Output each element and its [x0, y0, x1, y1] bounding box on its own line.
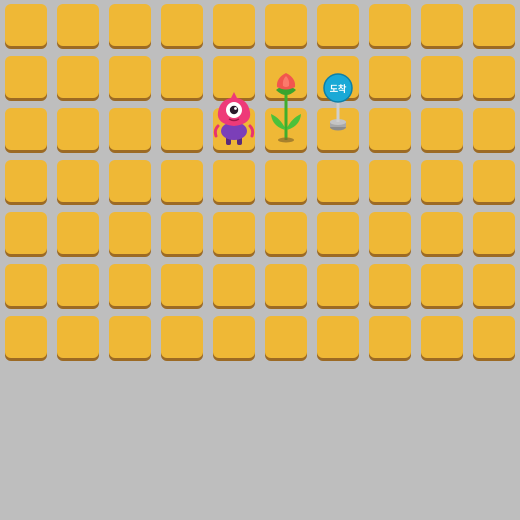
- board-tile[interactable]: [421, 4, 463, 46]
- board-tile[interactable]: [161, 316, 203, 358]
- board-tile[interactable]: [473, 4, 515, 46]
- board-tile[interactable]: [317, 4, 359, 46]
- board-tile[interactable]: [57, 4, 99, 46]
- board-tile[interactable]: [57, 108, 99, 150]
- board-tile[interactable]: [421, 316, 463, 358]
- board-tile[interactable]: [317, 212, 359, 254]
- board-tile[interactable]: [109, 212, 151, 254]
- board-tile[interactable]: [5, 160, 47, 202]
- board-tile[interactable]: [213, 212, 255, 254]
- board-tile[interactable]: [421, 160, 463, 202]
- board-tile[interactable]: [161, 56, 203, 98]
- signpost-graphic: [323, 73, 353, 131]
- board-tile[interactable]: [369, 316, 411, 358]
- board-tile[interactable]: [57, 264, 99, 306]
- board-tile[interactable]: [57, 160, 99, 202]
- board-tile[interactable]: [369, 56, 411, 98]
- board-tile[interactable]: [421, 108, 463, 150]
- board-tile[interactable]: [57, 316, 99, 358]
- board-tile[interactable]: [265, 160, 307, 202]
- board-tile[interactable]: [473, 212, 515, 254]
- board-tile[interactable]: [5, 4, 47, 46]
- board-tile[interactable]: [161, 264, 203, 306]
- board-tile[interactable]: [369, 108, 411, 150]
- board-tile[interactable]: [473, 160, 515, 202]
- board-tile[interactable]: [421, 212, 463, 254]
- board-tile[interactable]: [421, 56, 463, 98]
- board-tile[interactable]: [213, 4, 255, 46]
- board-tile[interactable]: [369, 4, 411, 46]
- red-tulip-flower-icon[interactable]: [266, 70, 306, 146]
- board-tile[interactable]: [57, 56, 99, 98]
- goal-signpost-icon[interactable]: 도착: [319, 72, 357, 134]
- board-tile[interactable]: [473, 108, 515, 150]
- board-tile[interactable]: [317, 316, 359, 358]
- board-tile[interactable]: [369, 264, 411, 306]
- board-tile[interactable]: [213, 316, 255, 358]
- board-tile[interactable]: [213, 264, 255, 306]
- board-tile[interactable]: [5, 56, 47, 98]
- board-tile[interactable]: [369, 160, 411, 202]
- board-tile[interactable]: [265, 4, 307, 46]
- board-tile[interactable]: [473, 316, 515, 358]
- board-tile[interactable]: [5, 212, 47, 254]
- pink-monster-icon[interactable]: [212, 88, 256, 148]
- board-tile[interactable]: [265, 264, 307, 306]
- board-tile[interactable]: [369, 212, 411, 254]
- board-tile[interactable]: [109, 56, 151, 98]
- board-tile[interactable]: [109, 316, 151, 358]
- board-tile[interactable]: [265, 316, 307, 358]
- board-tile[interactable]: [161, 108, 203, 150]
- board-tile[interactable]: [57, 212, 99, 254]
- monster-graphic: [213, 92, 255, 145]
- board-tile[interactable]: [109, 108, 151, 150]
- board-tile[interactable]: [109, 4, 151, 46]
- board-tile[interactable]: [161, 160, 203, 202]
- board-tile[interactable]: [5, 316, 47, 358]
- board-tile[interactable]: [473, 56, 515, 98]
- flower-graphic: [271, 73, 301, 143]
- board-tile[interactable]: [161, 4, 203, 46]
- board-tile[interactable]: [213, 160, 255, 202]
- board-tile[interactable]: [5, 264, 47, 306]
- board-tile[interactable]: [161, 212, 203, 254]
- board-tile[interactable]: [265, 212, 307, 254]
- board-tile[interactable]: [109, 160, 151, 202]
- board-tile[interactable]: [421, 264, 463, 306]
- game-board: 도착: [0, 0, 520, 520]
- board-tile[interactable]: [109, 264, 151, 306]
- tile-grid: [0, 0, 520, 364]
- board-tile[interactable]: [317, 160, 359, 202]
- board-tile[interactable]: [5, 108, 47, 150]
- board-tile[interactable]: [317, 264, 359, 306]
- board-tile[interactable]: [473, 264, 515, 306]
